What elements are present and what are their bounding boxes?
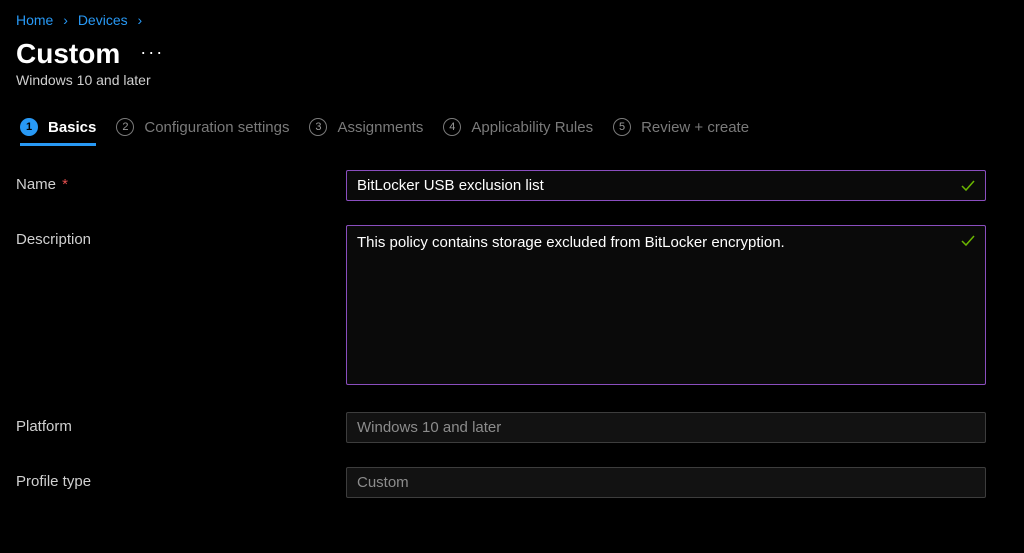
step-number-badge: 5 — [613, 118, 631, 136]
required-indicator: * — [58, 176, 68, 193]
breadcrumb-home-link[interactable]: Home — [16, 12, 53, 28]
platform-value: Windows 10 and later — [346, 412, 986, 443]
step-label: Basics — [48, 119, 96, 136]
tab-assignments[interactable]: 3 Assignments — [309, 118, 423, 144]
step-label: Review + create — [641, 119, 749, 136]
step-number-badge: 1 — [20, 118, 38, 136]
tab-basics[interactable]: 1 Basics — [20, 118, 96, 144]
step-label: Applicability Rules — [471, 119, 593, 136]
chevron-right-icon: › — [138, 12, 143, 28]
name-input[interactable] — [346, 170, 986, 201]
profile-type-label: Profile type — [16, 467, 346, 498]
step-label: Configuration settings — [144, 119, 289, 136]
step-number-badge: 4 — [443, 118, 461, 136]
page-subtitle: Windows 10 and later — [16, 72, 1008, 88]
chevron-right-icon: › — [63, 12, 68, 28]
step-number-badge: 3 — [309, 118, 327, 136]
description-label: Description — [16, 225, 346, 388]
name-label: Name * — [16, 170, 346, 201]
step-number-badge: 2 — [116, 118, 134, 136]
check-icon — [960, 178, 976, 194]
tab-review-create[interactable]: 5 Review + create — [613, 118, 749, 144]
step-label: Assignments — [337, 119, 423, 136]
check-icon — [960, 233, 976, 249]
tab-applicability-rules[interactable]: 4 Applicability Rules — [443, 118, 593, 144]
tab-configuration-settings[interactable]: 2 Configuration settings — [116, 118, 289, 144]
more-actions-button[interactable]: ··· — [140, 42, 164, 67]
breadcrumb-devices-link[interactable]: Devices — [78, 12, 128, 28]
page-title: Custom — [16, 38, 120, 70]
wizard-steps: 1 Basics 2 Configuration settings 3 Assi… — [16, 118, 1008, 144]
breadcrumb: Home › Devices › — [16, 10, 1008, 38]
profile-type-value: Custom — [346, 467, 986, 498]
description-textarea[interactable] — [346, 225, 986, 385]
platform-label: Platform — [16, 412, 346, 443]
